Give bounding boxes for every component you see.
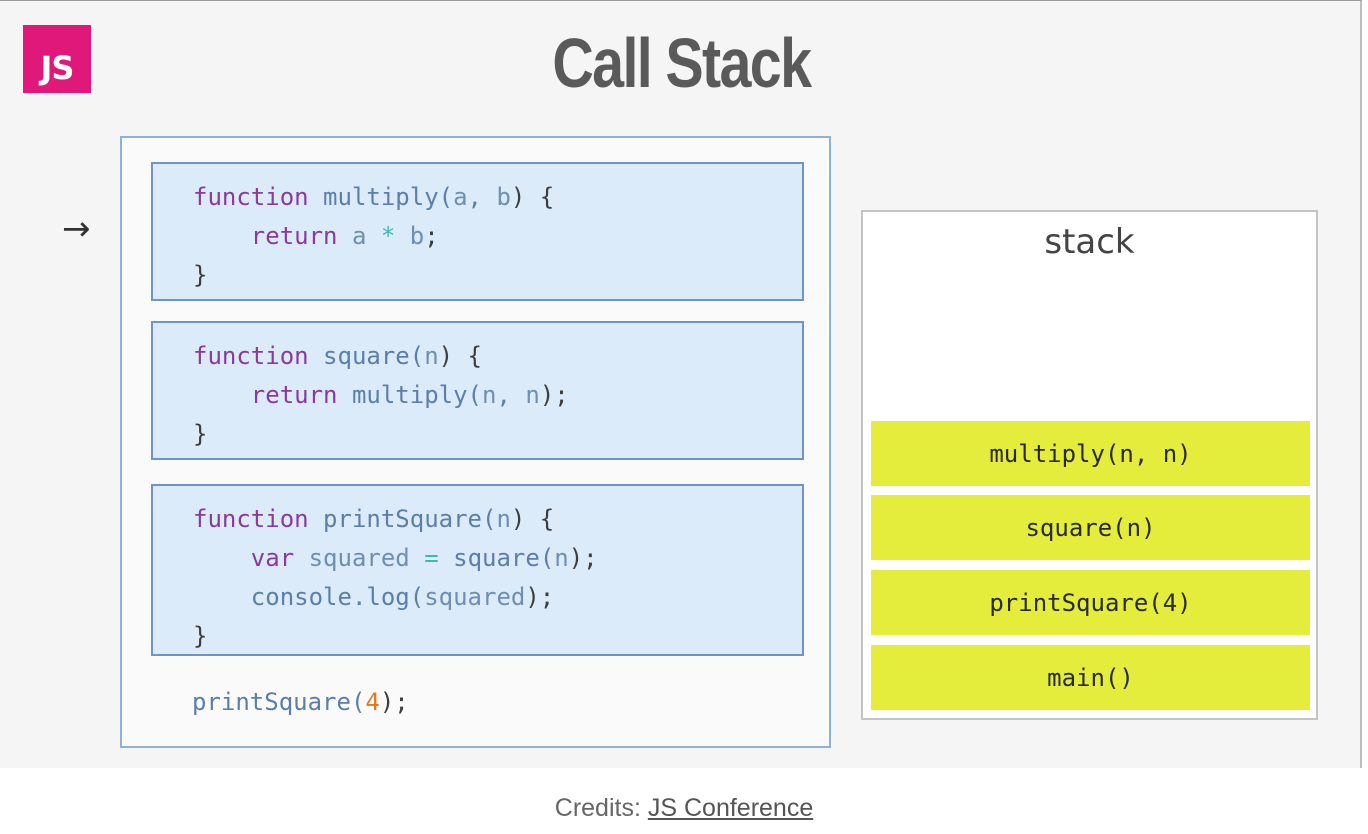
code-square: function square(n) { return multiply(n, … <box>193 337 569 454</box>
operator: * <box>380 222 396 250</box>
stack-title: stack <box>1044 222 1135 262</box>
code-block-printsquare: function printSquare(n) { var squared = … <box>151 484 804 656</box>
paren: ( <box>438 183 454 211</box>
stack-frame: multiply(n, n) <box>871 421 1310 486</box>
paren: ( <box>409 342 425 370</box>
param: b <box>496 183 511 211</box>
argument: n <box>525 381 540 409</box>
argument: squared <box>424 583 526 611</box>
param: n <box>496 505 511 533</box>
slide: JS Call Stack → function multiply(a, b) … <box>0 0 1362 768</box>
paren: ) { <box>438 342 483 370</box>
separator: , <box>496 381 526 409</box>
paren: ); <box>525 583 555 611</box>
brace: } <box>193 420 208 448</box>
semicolon: ; <box>424 222 439 250</box>
execution-pointer-arrow-icon: → <box>62 209 91 249</box>
stack-panel: stack multiply(n, n) square(n) printSqua… <box>861 210 1318 720</box>
argument: n <box>554 544 569 572</box>
paren: ( <box>350 688 366 716</box>
function-call: multiply <box>351 381 468 409</box>
code-block-square: function square(n) { return multiply(n, … <box>151 321 804 460</box>
paren: ) { <box>510 183 555 211</box>
separator: , <box>467 183 497 211</box>
paren: ); <box>568 544 598 572</box>
credits-prefix: Credits: <box>554 794 648 822</box>
identifier: a <box>351 222 367 250</box>
paren: ) { <box>510 505 555 533</box>
code-invoke-printsquare: printSquare(4); <box>192 683 409 722</box>
function-call: square <box>453 544 540 572</box>
code-block-multiply: function multiply(a, b) { return a * b; … <box>151 162 804 301</box>
param: n <box>424 342 439 370</box>
paren: ( <box>482 505 497 533</box>
paren: ); <box>379 688 409 716</box>
function-call: console.log <box>250 583 410 611</box>
paren: ); <box>539 381 569 409</box>
js-logo: JS <box>23 25 91 93</box>
keyword: function <box>193 183 309 211</box>
stack-frame: square(n) <box>871 495 1310 560</box>
function-name: multiply <box>323 183 439 211</box>
paren: ( <box>539 544 555 572</box>
slide-title: Call Stack <box>552 24 812 102</box>
number-literal: 4 <box>365 688 380 716</box>
param: a <box>453 183 468 211</box>
paren: ( <box>409 583 425 611</box>
brace: } <box>193 622 208 650</box>
stack-frame: main() <box>871 645 1310 710</box>
operator: = <box>424 544 439 572</box>
keyword: function <box>193 342 309 370</box>
brace: } <box>193 261 208 289</box>
function-name: square <box>323 342 410 370</box>
code-multiply: function multiply(a, b) { return a * b; … <box>193 178 554 295</box>
code-printsquare: function printSquare(n) { var squared = … <box>193 500 598 656</box>
keyword: function <box>193 505 309 533</box>
function-name: printSquare <box>323 505 482 533</box>
argument: n <box>482 381 497 409</box>
identifier: squared <box>308 544 410 572</box>
stack-frame: printSquare(4) <box>871 570 1310 635</box>
keyword: var <box>250 544 295 572</box>
keyword: return <box>250 381 338 409</box>
credits-link[interactable]: JS Conference <box>648 794 813 822</box>
credits: Credits: JS Conference <box>0 794 1368 823</box>
code-panel: function multiply(a, b) { return a * b; … <box>120 136 831 748</box>
function-call: printSquare <box>192 688 351 716</box>
paren: ( <box>467 381 482 409</box>
identifier: b <box>409 222 425 250</box>
keyword: return <box>250 222 338 250</box>
